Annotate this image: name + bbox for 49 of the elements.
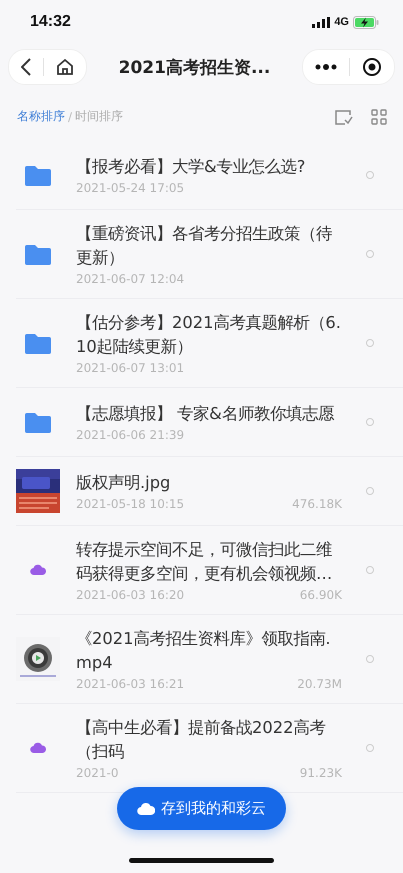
status-time: 14:32	[30, 13, 71, 31]
folder-icon	[25, 332, 51, 354]
file-name[interactable]: 【志愿填报】 专家&名师教你填志愿	[76, 402, 342, 426]
back-icon	[21, 58, 31, 76]
file-date: 2021-0	[76, 766, 119, 780]
select-icon[interactable]	[335, 108, 353, 124]
file-name[interactable]: 转存提示空间不足，可微信扫此二维码获得更多空间，更有机会领视频…	[76, 538, 342, 586]
target-icon	[362, 57, 382, 77]
folder-icon	[25, 411, 51, 433]
file-name[interactable]: 【高中生必看】提前备战2022高考（扫码	[76, 716, 342, 764]
file-size: 20.73M	[297, 677, 342, 691]
file-name[interactable]: 【报考必看】大学&专业怎么选?	[76, 155, 342, 179]
select-radio[interactable]	[366, 655, 374, 663]
file-date: 2021-06-03 16:21	[76, 677, 184, 691]
file-size: 476.18K	[292, 497, 342, 511]
select-radio[interactable]	[366, 339, 374, 347]
cloud-icon	[137, 802, 155, 816]
network-label: 4G	[334, 16, 349, 28]
select-radio[interactable]	[366, 250, 374, 258]
file-name[interactable]: 【估分参考】2021高考真题解析（6.10起陆续更新）	[76, 311, 342, 359]
cloud-icon	[30, 742, 46, 754]
sort-separator: /	[68, 110, 72, 124]
select-radio[interactable]	[366, 566, 374, 574]
select-radio[interactable]	[366, 171, 374, 179]
file-name[interactable]: 《2021高考招生资料库》领取指南.mp4	[76, 627, 342, 675]
folder-icon	[25, 243, 51, 265]
sort-option[interactable]: 名称排序	[17, 108, 65, 125]
save-button[interactable]: 存到我的和彩云	[117, 787, 286, 830]
select-radio[interactable]	[366, 418, 374, 426]
folder-icon	[25, 164, 51, 186]
file-name[interactable]: 【重磅资讯】各省考分招生政策（待更新）	[76, 222, 342, 270]
file-size: 91.23K	[300, 766, 342, 780]
select-radio[interactable]	[366, 487, 374, 495]
file-name[interactable]: 版权声明.jpg	[76, 471, 342, 495]
file-date: 2021-06-06 21:39	[76, 428, 184, 442]
file-date: 2021-06-03 16:20	[76, 588, 184, 602]
file-date: 2021-05-18 10:15	[76, 497, 184, 511]
file-date: 2021-06-07 12:04	[76, 272, 184, 286]
grid-view-icon[interactable]	[371, 108, 387, 124]
more-icon	[315, 64, 337, 70]
file-date: 2021-05-24 17:05	[76, 181, 184, 195]
select-radio[interactable]	[366, 744, 374, 752]
file-date: 2021-06-07 13:01	[76, 361, 184, 375]
home-icon	[56, 58, 74, 76]
signal-icon	[312, 16, 330, 28]
battery-icon	[353, 16, 379, 28]
file-size: 66.90K	[300, 588, 342, 602]
cloud-icon	[30, 564, 46, 576]
page-title: 2021高考招生资...	[118, 56, 272, 78]
